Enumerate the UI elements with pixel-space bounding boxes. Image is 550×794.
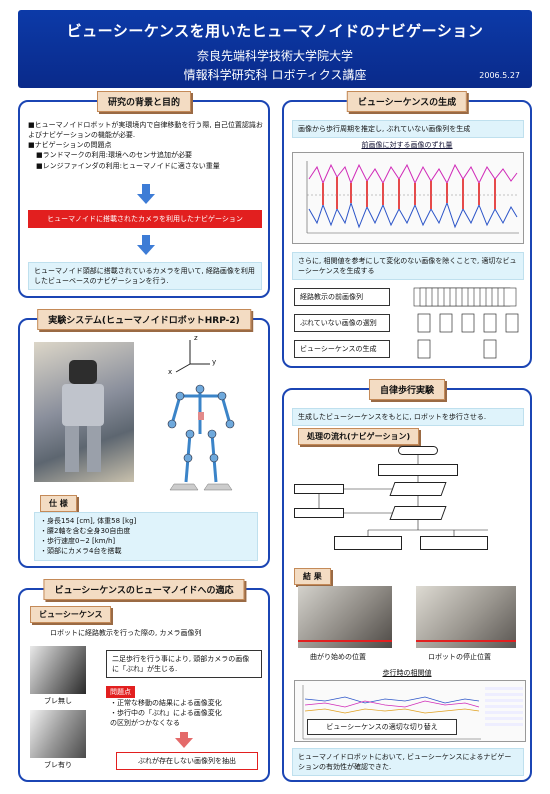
- camera-navigation-banner: ヒューマノイドに搭載されたカメラを利用したナビゲーション: [28, 210, 262, 228]
- step-all-images: 経路教示の前画像列: [294, 288, 390, 306]
- robot-stop-caption: ロボットの停止位置: [428, 653, 491, 661]
- walk-intro: 生成したビューシーケンスをもとに, ロボットを歩行させる.: [292, 408, 524, 427]
- sequence-switch-label: ビューシーケンスの適切な切り替え: [307, 719, 457, 736]
- displacement-graph-title: 前画像に対する画像のずれ量: [361, 141, 453, 149]
- blur-note: 二足歩行を行う事により, 頭部カメラの画像に「ぶれ」が生じる.: [106, 650, 262, 679]
- flowchart-connectors: [318, 455, 488, 536]
- image-stack-all-svg: [413, 287, 517, 307]
- affiliation-university: 奈良先端科学技術大学院大学: [196, 49, 353, 63]
- apply-caption: ロボットに経路教示を行った際の, カメラ画像列: [50, 629, 202, 637]
- arrow-down-3-head: [175, 738, 193, 748]
- arrow-down-1-head: [137, 194, 155, 204]
- extract-box: ぶれが存在しない画像列を抽出: [116, 752, 258, 771]
- issue-label: 問題点: [106, 686, 135, 698]
- hrp2-robot-photo: [34, 342, 134, 482]
- panel-background-title: 研究の背景と目的: [96, 91, 192, 112]
- arrow-down-1: [142, 184, 150, 194]
- panel-generation-title: ビューシーケンスの生成: [346, 91, 468, 112]
- no-blur-image: [30, 646, 86, 694]
- turn-start-caption: 曲がり始めの位置: [310, 653, 366, 661]
- panel-experiment-title: 実験システム(ヒューマノイドロボットHRP-2): [37, 309, 251, 330]
- step-generate-sequence: ビューシーケンスの生成: [294, 340, 390, 358]
- arrow-down-2: [142, 235, 150, 245]
- affiliation-lab: 情報科学研究科 ロボティクス講座: [183, 68, 367, 82]
- panel-experiment-system: 実験システム(ヒューマノイドロボットHRP-2) z y x 仕 様 ・身長15…: [18, 309, 270, 568]
- blur-label: ブレ有り: [44, 761, 72, 769]
- displacement-graph: [292, 152, 524, 244]
- flow-label: 処理の流れ(ナビゲーション): [298, 428, 420, 445]
- step-select-images: ぶれていない画像の選別: [294, 314, 390, 332]
- gen-intro: 画像から歩行周期を推定し, ぶれていない画像列を生成: [292, 120, 524, 139]
- issue-item-1: ・正常な移動の結果による画像変化: [110, 699, 222, 707]
- image-stack-sequence-svg: [417, 339, 497, 359]
- panel-apply-title: ビューシーケンスのヒューマノイドへの適応: [43, 579, 245, 600]
- kinematic-diagram: z y x: [150, 334, 260, 494]
- gen-desc: さらに, 相関値を参考にして変化のない画像を除くことで, 適切なビューシーケンス…: [292, 252, 524, 281]
- image-stack-sequence: [412, 338, 522, 360]
- panel-walk: 自律歩行実験 生成したビューシーケンスをもとに, ロボットを歩行させる. 処理の…: [282, 379, 532, 782]
- spec-camera: ・頭部にカメラ4台を搭載: [40, 547, 122, 556]
- blur-image: [30, 710, 86, 758]
- axis-z-label: z: [194, 334, 198, 342]
- axis-x-label: x: [168, 368, 173, 376]
- bg-point-4: ■レンジファインダの利用:ヒューマノイドに適さない重量: [36, 161, 220, 170]
- view-sequence-label: ビューシーケンス: [30, 606, 112, 623]
- panel-background: 研究の背景と目的 ■ヒューマノイドロボットが実環境内で自律移動を行う際, 自己位…: [18, 91, 270, 298]
- spec-speed: ・歩行速度0~2 [km/h]: [40, 537, 116, 546]
- spec-height-weight: ・身長154 [cm], 体重58 [kg]: [40, 517, 137, 525]
- spec-dof: ・腰2軸を含む全身30自由度: [40, 527, 131, 536]
- navigation-flowchart: [294, 446, 524, 564]
- issue-item-2: ・歩行中の「ぶれ」による画像変化: [110, 709, 222, 718]
- displacement-graph-svg: [306, 161, 519, 234]
- bg-point-1: ■ヒューマノイドロボットが実環境内で自律移動を行う際, 自己位置認識およびナビゲ…: [28, 121, 263, 140]
- issue-item-3: の区別がつかなくなる: [110, 719, 180, 728]
- no-blur-label: ブレ無し: [44, 697, 72, 705]
- panel-apply: ビューシーケンスのヒューマノイドへの適応 ビューシーケンス ロボットに経路教示を…: [18, 579, 270, 782]
- poster-date: 2006.5.27: [479, 71, 520, 80]
- kinematic-diagram-svg: [167, 340, 235, 491]
- correlation-graph-title: 歩行時の相関値: [382, 669, 432, 677]
- result-label: 結 果: [294, 568, 331, 585]
- image-stack-all: [412, 286, 522, 308]
- poster-header: ビューシーケンスを用いたヒューマノイドのナビゲーション 奈良先端科学技術大学院大…: [18, 10, 532, 88]
- correlation-graph: ビューシーケンスの適切な切り替え: [294, 680, 526, 742]
- arrow-down-2-head: [137, 245, 155, 255]
- panel-walk-title: 自律歩行実験: [368, 379, 446, 400]
- bg-point-3: ■ランドマークの利用:環境へのセンサ追加が必要: [36, 151, 192, 160]
- turn-start-photo: [298, 586, 392, 648]
- bg-goal: ヒューマノイド頭部に搭載されているカメラを用いて, 経路画像を利用したビューベー…: [28, 262, 262, 291]
- spec-list: ・身長154 [cm], 体重58 [kg] ・腰2軸を含む全身30自由度 ・歩…: [34, 512, 258, 561]
- axis-y-label: y: [212, 358, 217, 366]
- walk-conclusion: ヒューマノイドロボットにおいて, ビューシーケンスによるナビゲーションの有効性が…: [292, 748, 524, 777]
- robot-stop-photo: [416, 586, 516, 648]
- image-stack-selected: [412, 312, 522, 334]
- image-stack-selected-svg: [417, 313, 519, 333]
- panel-generation: ビューシーケンスの生成 画像から歩行周期を推定し, ぶれていない画像列を生成 前…: [282, 91, 532, 368]
- bg-point-2: ■ナビゲーションの問題点: [28, 141, 112, 150]
- poster-title: ビューシーケンスを用いたヒューマノイドのナビゲーション: [66, 22, 484, 40]
- spec-label: 仕 様: [40, 495, 77, 512]
